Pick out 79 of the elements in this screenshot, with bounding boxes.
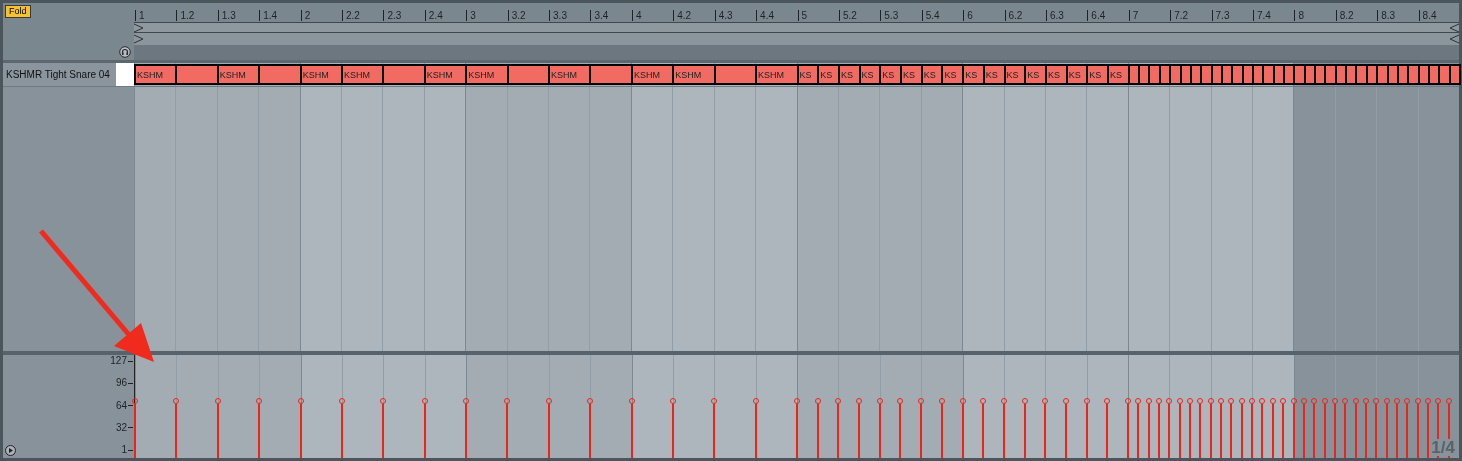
midi-note[interactable] xyxy=(589,64,633,85)
ruler-label: 4.4 xyxy=(756,10,774,21)
midi-note[interactable]: KS xyxy=(1086,64,1110,85)
midi-note[interactable]: KSHM xyxy=(341,64,385,85)
ruler-label: 4.3 xyxy=(714,10,733,21)
ruler-label: 1.3 xyxy=(217,10,236,21)
ruler-label: 6.2 xyxy=(1004,10,1023,21)
velocity-axis-label: 127 xyxy=(110,356,127,366)
ruler-label: 7.3 xyxy=(1211,10,1230,21)
midi-note[interactable] xyxy=(1169,64,1182,85)
ruler-label: 2.3 xyxy=(383,10,402,21)
ruler-label: 1.4 xyxy=(259,10,278,21)
play-icon[interactable] xyxy=(5,445,16,456)
ruler-label: 6.3 xyxy=(1045,10,1064,21)
midi-note[interactable] xyxy=(1262,64,1275,85)
ruler-label: 3.3 xyxy=(549,10,567,21)
midi-note[interactable] xyxy=(1438,64,1451,85)
velocity-axis-label: 1 xyxy=(121,445,127,455)
midi-note[interactable]: KSHM xyxy=(548,64,592,85)
midi-note[interactable] xyxy=(1231,64,1244,85)
ruler-label: 2.4 xyxy=(424,10,443,21)
ruler-label: 2 xyxy=(300,10,311,21)
ruler-label: 1 xyxy=(135,10,145,21)
midi-note[interactable] xyxy=(1376,64,1389,85)
midi-note[interactable]: KS xyxy=(962,64,985,85)
midi-note[interactable]: KS xyxy=(941,64,965,85)
midi-note[interactable]: KS xyxy=(817,64,840,85)
ruler-label: 4.2 xyxy=(673,10,692,21)
midi-note[interactable]: KSHM xyxy=(299,64,344,85)
midi-note[interactable]: KSHM xyxy=(630,64,675,85)
ruler-label: 3 xyxy=(466,10,476,21)
midi-note[interactable]: KS xyxy=(879,64,902,85)
ruler-label: 8.2 xyxy=(1335,10,1354,21)
ruler-label: 5.3 xyxy=(880,10,899,21)
midi-note[interactable]: KSHM xyxy=(216,64,261,85)
midi-note[interactable] xyxy=(713,64,758,85)
ruler-label: 8.3 xyxy=(1377,10,1396,21)
velocity-axis-label: 96 xyxy=(115,378,127,389)
ruler-label: 7.2 xyxy=(1170,10,1189,21)
ruler-label: 4 xyxy=(631,10,642,21)
midi-note[interactable]: KS xyxy=(1107,64,1130,85)
ruler-label: 3.4 xyxy=(590,10,609,21)
headphones-icon[interactable] xyxy=(119,46,131,58)
midi-note[interactable] xyxy=(1355,64,1368,85)
end-marker-icon[interactable] xyxy=(1449,34,1459,44)
midi-note[interactable] xyxy=(1200,64,1213,85)
midi-note[interactable] xyxy=(1407,64,1420,85)
ruler-label: 5.2 xyxy=(838,10,857,21)
midi-note[interactable] xyxy=(382,64,426,85)
velocity-axis-label: 32 xyxy=(115,422,127,433)
ruler-label: 3.2 xyxy=(507,10,526,21)
ruler-label: 8 xyxy=(1294,10,1304,21)
midi-note[interactable]: KSHM xyxy=(423,64,468,85)
midi-note[interactable]: KSHM xyxy=(465,64,509,85)
loop-end-marker-icon[interactable] xyxy=(1449,23,1459,33)
ruler-label: 6.4 xyxy=(1087,10,1106,21)
midi-note[interactable]: KSHM xyxy=(672,64,716,85)
midi-note[interactable] xyxy=(1324,64,1337,85)
ruler-label: 7.4 xyxy=(1252,10,1271,21)
ruler-label: 5.4 xyxy=(921,10,940,21)
fold-button[interactable]: Fold xyxy=(5,5,31,18)
midi-note[interactable]: KSHM xyxy=(134,64,178,85)
ruler-label: 2.2 xyxy=(342,10,360,21)
midi-note[interactable] xyxy=(1293,64,1306,85)
midi-note[interactable]: KS xyxy=(1024,64,1047,85)
velocity-axis-label: 64 xyxy=(115,400,127,411)
ruler-label: 1.2 xyxy=(176,10,195,21)
loop-start-marker-icon[interactable] xyxy=(134,23,144,33)
midi-note[interactable]: KS xyxy=(900,64,923,85)
midi-note[interactable] xyxy=(258,64,302,85)
ruler-label: 8.4 xyxy=(1418,10,1437,21)
ruler-label: 6 xyxy=(963,10,973,21)
start-marker-icon[interactable] xyxy=(134,34,144,44)
midi-note[interactable] xyxy=(506,64,551,85)
ruler-label: 5 xyxy=(797,10,808,21)
ruler-label: 7 xyxy=(1128,10,1139,21)
midi-note[interactable] xyxy=(175,64,219,85)
midi-note[interactable] xyxy=(1148,64,1161,85)
midi-note[interactable]: KSHM xyxy=(755,64,799,85)
